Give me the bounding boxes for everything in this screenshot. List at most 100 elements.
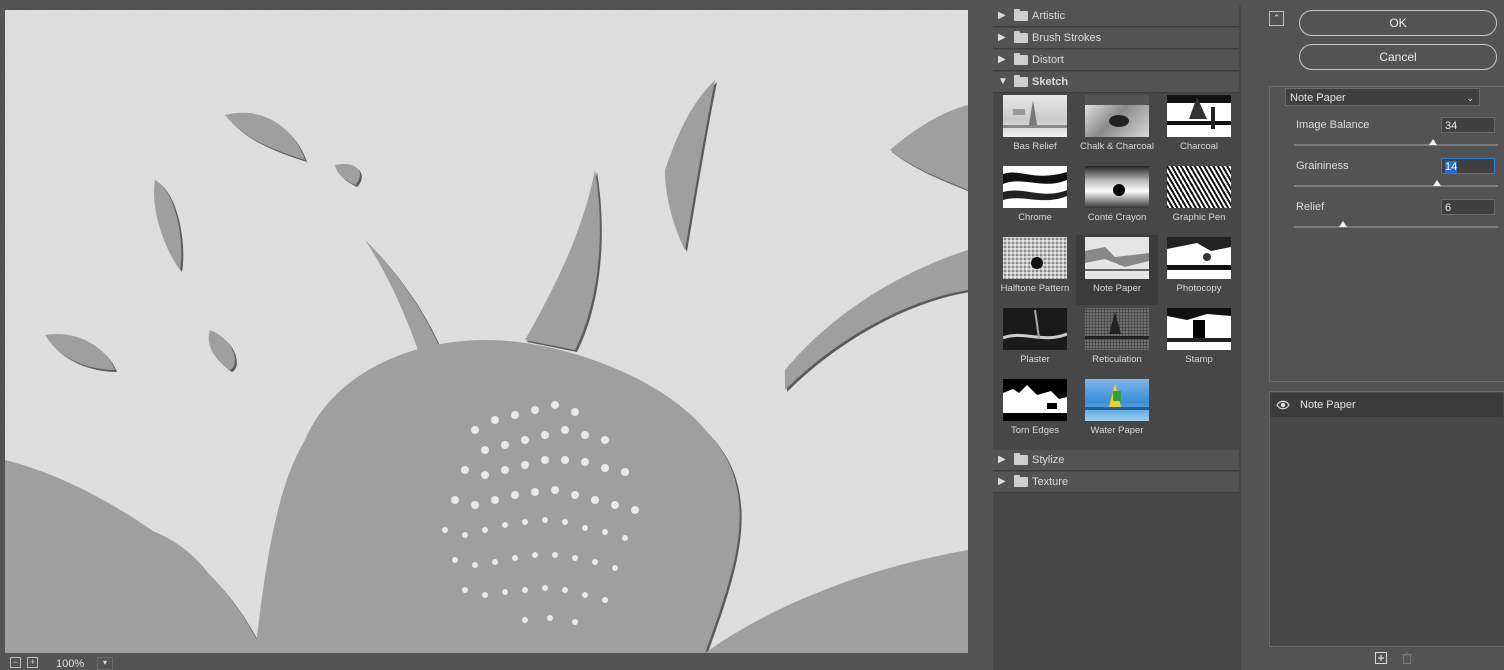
chevron-down-icon: ⌄ — [1466, 93, 1474, 103]
filter-preview-image — [1167, 237, 1231, 279]
filter-preview-image — [1085, 308, 1149, 350]
eye-icon[interactable] — [1276, 399, 1290, 411]
folder-icon — [1014, 31, 1028, 43]
filter-thumb-note-paper[interactable]: Note Paper — [1076, 235, 1158, 305]
filter-preview-image — [1085, 237, 1149, 279]
category-sketch[interactable]: ▼ Sketch — [993, 72, 1239, 93]
filter-thumb-label: Plaster — [1020, 354, 1050, 365]
filter-thumb-label: Water Paper — [1090, 425, 1144, 436]
zoom-out-button[interactable]: − — [10, 657, 21, 668]
ok-button[interactable]: OK — [1299, 10, 1497, 36]
filter-preview-image — [1167, 166, 1231, 208]
image-balance-value: 34 — [1445, 120, 1458, 132]
filter-preview-image — [1167, 308, 1231, 350]
filter-select[interactable]: Note Paper ⌄ — [1285, 88, 1480, 106]
preview-status-bar: − + 100% ▾ — [0, 655, 984, 670]
slider-thumb[interactable] — [1338, 221, 1347, 227]
filter-thumb-photocopy[interactable]: Photocopy — [1158, 235, 1240, 305]
filter-select-value: Note Paper — [1290, 92, 1346, 104]
zoom-in-button[interactable]: + — [27, 657, 38, 668]
filter-thumb-charcoal[interactable]: Charcoal — [1158, 93, 1240, 163]
effect-layers: Note Paper — [1269, 391, 1504, 647]
filter-thumb-label: Photocopy — [1176, 283, 1222, 294]
filter-thumb-conte-crayon[interactable]: Conté Crayon — [1076, 164, 1158, 234]
zoom-menu-button[interactable]: ▾ — [97, 657, 113, 670]
image-balance-label: Image Balance — [1296, 119, 1370, 131]
collapse-arrow-icon: ▼ — [998, 76, 1008, 87]
filter-thumb-plaster[interactable]: Plaster — [994, 306, 1076, 376]
expand-arrow-icon: ▶ — [998, 54, 1006, 65]
filter-thumb-torn-edges[interactable]: Torn Edges — [994, 377, 1076, 447]
filter-thumb-reticulation[interactable]: Reticulation — [1076, 306, 1158, 376]
filter-thumb-label: Bas Relief — [1013, 141, 1057, 152]
filter-preview-image — [1003, 237, 1067, 279]
category-brush-strokes[interactable]: ▶ Brush Strokes — [993, 28, 1239, 49]
filter-preview-image — [1003, 379, 1067, 421]
graininess-value: 14 — [1445, 161, 1458, 173]
expand-arrow-icon: ▶ — [998, 476, 1006, 487]
folder-icon — [1014, 475, 1028, 487]
filter-thumb-halftone-pattern[interactable]: Halftone Pattern — [994, 235, 1076, 305]
filter-thumb-label: Chalk & Charcoal — [1080, 141, 1154, 152]
new-effect-layer-icon[interactable] — [1375, 652, 1387, 664]
relief-input[interactable]: 6 — [1441, 199, 1495, 215]
graininess-slider[interactable] — [1294, 180, 1498, 187]
preview-image[interactable] — [5, 10, 968, 653]
slider-thumb[interactable] — [1432, 180, 1441, 186]
image-balance-input[interactable]: 34 — [1441, 117, 1495, 133]
filter-thumb-chrome[interactable]: Chrome — [994, 164, 1076, 234]
effect-layer-row[interactable]: Note Paper — [1270, 393, 1503, 417]
filter-thumb-label: Halftone Pattern — [1000, 283, 1070, 294]
filter-thumb-label: Stamp — [1185, 354, 1213, 365]
category-artistic[interactable]: ▶ Artistic — [993, 6, 1239, 27]
filter-preview-image — [1003, 166, 1067, 208]
delete-effect-layer-icon[interactable] — [1401, 652, 1413, 664]
slider-thumb[interactable] — [1428, 139, 1437, 145]
settings-panel: ⌃ OK Cancel Note Paper ⌄ Image Balance 3… — [1255, 0, 1504, 670]
effect-layer-name: Note Paper — [1300, 399, 1356, 411]
filter-thumb-water-paper[interactable]: Water Paper — [1076, 377, 1158, 447]
collapse-gallery-icon[interactable]: ⌃ — [1269, 11, 1284, 26]
filter-preview-image — [1167, 95, 1231, 137]
folder-icon — [1014, 453, 1028, 465]
filter-thumb-bas-relief[interactable]: Bas Relief — [994, 93, 1076, 163]
relief-value: 6 — [1445, 202, 1452, 214]
filter-preview-image — [1003, 95, 1067, 137]
folder-open-icon — [1014, 75, 1028, 87]
cancel-button[interactable]: Cancel — [1299, 44, 1497, 70]
expand-arrow-icon: ▶ — [998, 454, 1006, 465]
category-label: Distort — [1032, 54, 1064, 66]
category-label: Sketch — [1032, 76, 1069, 88]
filter-preview-image — [1085, 379, 1149, 421]
filter-thumb-chalk-charcoal[interactable]: Chalk & Charcoal — [1076, 93, 1158, 163]
category-label: Stylize — [1032, 454, 1065, 466]
expand-arrow-icon: ▶ — [998, 32, 1006, 43]
graininess-input[interactable]: 14 — [1441, 158, 1495, 174]
filter-thumb-label: Torn Edges — [1010, 425, 1060, 436]
filter-thumb-label: Reticulation — [1092, 354, 1142, 365]
filter-thumb-label: Note Paper — [1092, 283, 1142, 294]
category-texture[interactable]: ▶ Texture — [993, 472, 1239, 493]
folder-icon — [1014, 9, 1028, 21]
relief-slider[interactable] — [1294, 221, 1498, 228]
filter-thumb-stamp[interactable]: Stamp — [1158, 306, 1240, 376]
image-balance-slider[interactable] — [1294, 139, 1498, 146]
category-distort[interactable]: ▶ Distort — [993, 50, 1239, 71]
filter-thumb-label: Graphic Pen — [1172, 212, 1226, 223]
category-label: Brush Strokes — [1032, 32, 1102, 44]
zoom-level: 100% — [56, 658, 85, 670]
category-label: Artistic — [1032, 10, 1065, 22]
category-stylize[interactable]: ▶ Stylize — [993, 450, 1239, 471]
category-label: Texture — [1032, 476, 1069, 488]
filter-preview-image — [1085, 95, 1149, 137]
filter-preview-image — [1003, 308, 1067, 350]
filter-settings: Note Paper ⌄ Image Balance 34 Graininess… — [1269, 86, 1504, 382]
filter-thumb-graphic-pen[interactable]: Graphic Pen — [1158, 164, 1240, 234]
folder-icon — [1014, 53, 1028, 65]
preview-area: − + 100% ▾ — [0, 0, 984, 670]
graininess-label: Graininess — [1296, 160, 1349, 172]
filter-thumb-label: Chrome — [1018, 212, 1052, 223]
relief-label: Relief — [1296, 201, 1325, 213]
filter-thumb-label: Charcoal — [1179, 141, 1219, 152]
filter-preview-image — [1085, 166, 1149, 208]
